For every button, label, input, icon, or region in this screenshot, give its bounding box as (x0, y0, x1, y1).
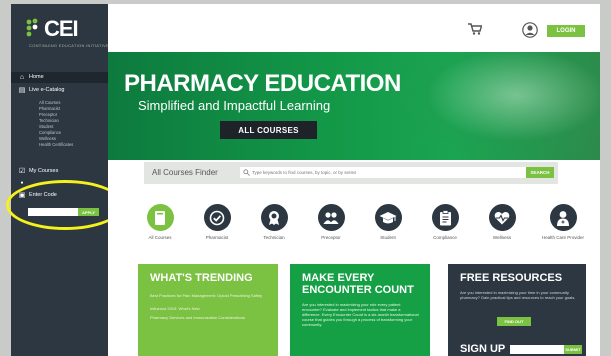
trending-link[interactable]: Influenza 2019: What's New (150, 306, 268, 311)
category-label: Preceptor (321, 235, 341, 240)
trending-link[interactable]: Pharmacy Services and Immunization Consi… (150, 315, 268, 320)
nav-sub-item[interactable]: All Courses (39, 100, 60, 105)
home-icon: ⌂ (19, 73, 25, 81)
trending-title: WHAT'S TRENDING (150, 272, 253, 284)
login-button[interactable]: LOGIN (547, 25, 585, 37)
highlight-annotation-ring (6, 180, 124, 230)
encounter-panel: MAKE EVERY ENCOUNTER COUNT Are you inter… (290, 264, 430, 356)
category-label: All Courses (148, 235, 172, 240)
category-circle (488, 204, 516, 231)
category-label: Wellness (492, 235, 512, 240)
check-icon (209, 210, 225, 225)
nav-sub-item[interactable]: Preceptor (39, 112, 57, 117)
nav-item-home[interactable]: Home (29, 74, 44, 80)
trending-link[interactable]: Best Practices for Pain Management: Opio… (150, 293, 268, 298)
hero-title: PHARMACY EDUCATION (124, 70, 401, 97)
signup-email-input[interactable] (510, 345, 564, 354)
category-preceptor[interactable]: Preceptor (311, 204, 351, 240)
category-wellness[interactable]: Wellness (482, 204, 522, 240)
category-pharmacist[interactable]: Pharmacist (197, 204, 237, 240)
cart-icon[interactable] (468, 23, 482, 35)
find-out-button[interactable]: FIND OUT (497, 317, 531, 326)
hero-subtitle: Simplified and Impactful Learning (138, 98, 331, 113)
free-resources-title: FREE RESOURCES (460, 272, 563, 284)
signup-submit-button[interactable]: SUBMIT (564, 345, 582, 354)
top-header: LOGIN (108, 4, 600, 52)
nav-sub-item[interactable]: Student (39, 124, 53, 129)
category-circle (374, 204, 402, 231)
hero-photo (390, 52, 600, 160)
encounter-title-line2: ENCOUNTER COUNT (302, 284, 414, 296)
finder-search-input[interactable] (240, 167, 526, 178)
encounter-body: Are you interested in maximizing your ro… (302, 302, 419, 327)
people-icon (323, 211, 339, 224)
category-circle (317, 204, 345, 231)
all-courses-button[interactable]: ALL COURSES (220, 121, 317, 139)
nav-sub-item[interactable]: Compliance (39, 130, 61, 135)
search-icon (243, 169, 250, 176)
main-content: All Courses Finder SEARCH All Courses Ph… (108, 160, 600, 356)
category-circle (549, 204, 577, 231)
category-label: Pharmacist (205, 235, 229, 240)
cei-logo[interactable]: CEI CONTINUING EDUCATION INITIATIVE (25, 14, 109, 50)
clipboard-icon (439, 209, 451, 225)
category-health-care-provider[interactable]: Health Care Provider (539, 204, 587, 240)
free-resources-panel: FREE RESOURCES Are you interested in max… (448, 264, 586, 356)
user-icon[interactable] (522, 22, 538, 38)
catalog-icon: ▤ (18, 87, 26, 94)
nav-sub-item[interactable]: Health Certificates (39, 142, 73, 147)
ribbon-icon (269, 210, 279, 225)
nav-item-live-catalog[interactable]: Live e-Catalog (29, 87, 64, 93)
doctor-icon (557, 210, 569, 226)
finder-search-button[interactable]: SEARCH (526, 167, 554, 178)
category-compliance[interactable]: Compliance (425, 204, 465, 240)
encounter-title: MAKE EVERY ENCOUNTER COUNT (302, 272, 414, 296)
heartbeat-icon (494, 211, 510, 224)
category-label: Technician (263, 235, 285, 240)
category-label: Student (380, 235, 396, 240)
graduation-cap-icon (379, 211, 397, 223)
book-icon (155, 210, 165, 225)
category-technician[interactable]: Technician (254, 204, 294, 240)
checkbox-icon: ☑ (18, 168, 26, 175)
logo-text: CEI (44, 16, 79, 41)
category-all-courses[interactable]: All Courses (140, 204, 180, 240)
category-circle (260, 204, 288, 231)
encounter-title-line1: MAKE EVERY (302, 272, 375, 284)
hero-banner: PHARMACY EDUCATION Simplified and Impact… (108, 52, 600, 160)
nav-item-my-courses[interactable]: My Courses (29, 168, 58, 174)
category-label: Health Care Provider (541, 235, 585, 240)
nav-sub-item[interactable]: Wellness (39, 136, 56, 141)
finder-label: All Courses Finder (152, 168, 218, 177)
category-circle (146, 204, 174, 231)
category-circle (203, 204, 231, 231)
category-student[interactable]: Student (368, 204, 408, 240)
signup-title: SIGN UP (460, 343, 506, 355)
category-circle (431, 204, 459, 231)
nav-sub-item[interactable]: Technician (39, 118, 59, 123)
free-resources-body: Are you interested in maximizing your ti… (460, 290, 576, 300)
trending-panel: WHAT'S TRENDING Best Practices for Pain … (138, 264, 278, 356)
category-label: Compliance (433, 235, 457, 240)
course-finder-bar: All Courses Finder SEARCH (144, 162, 558, 184)
logo-mark-icon (26, 18, 38, 37)
nav-sub-item[interactable]: Pharmacist (39, 106, 60, 111)
logo-tagline: CONTINUING EDUCATION INITIATIVE (29, 43, 110, 48)
